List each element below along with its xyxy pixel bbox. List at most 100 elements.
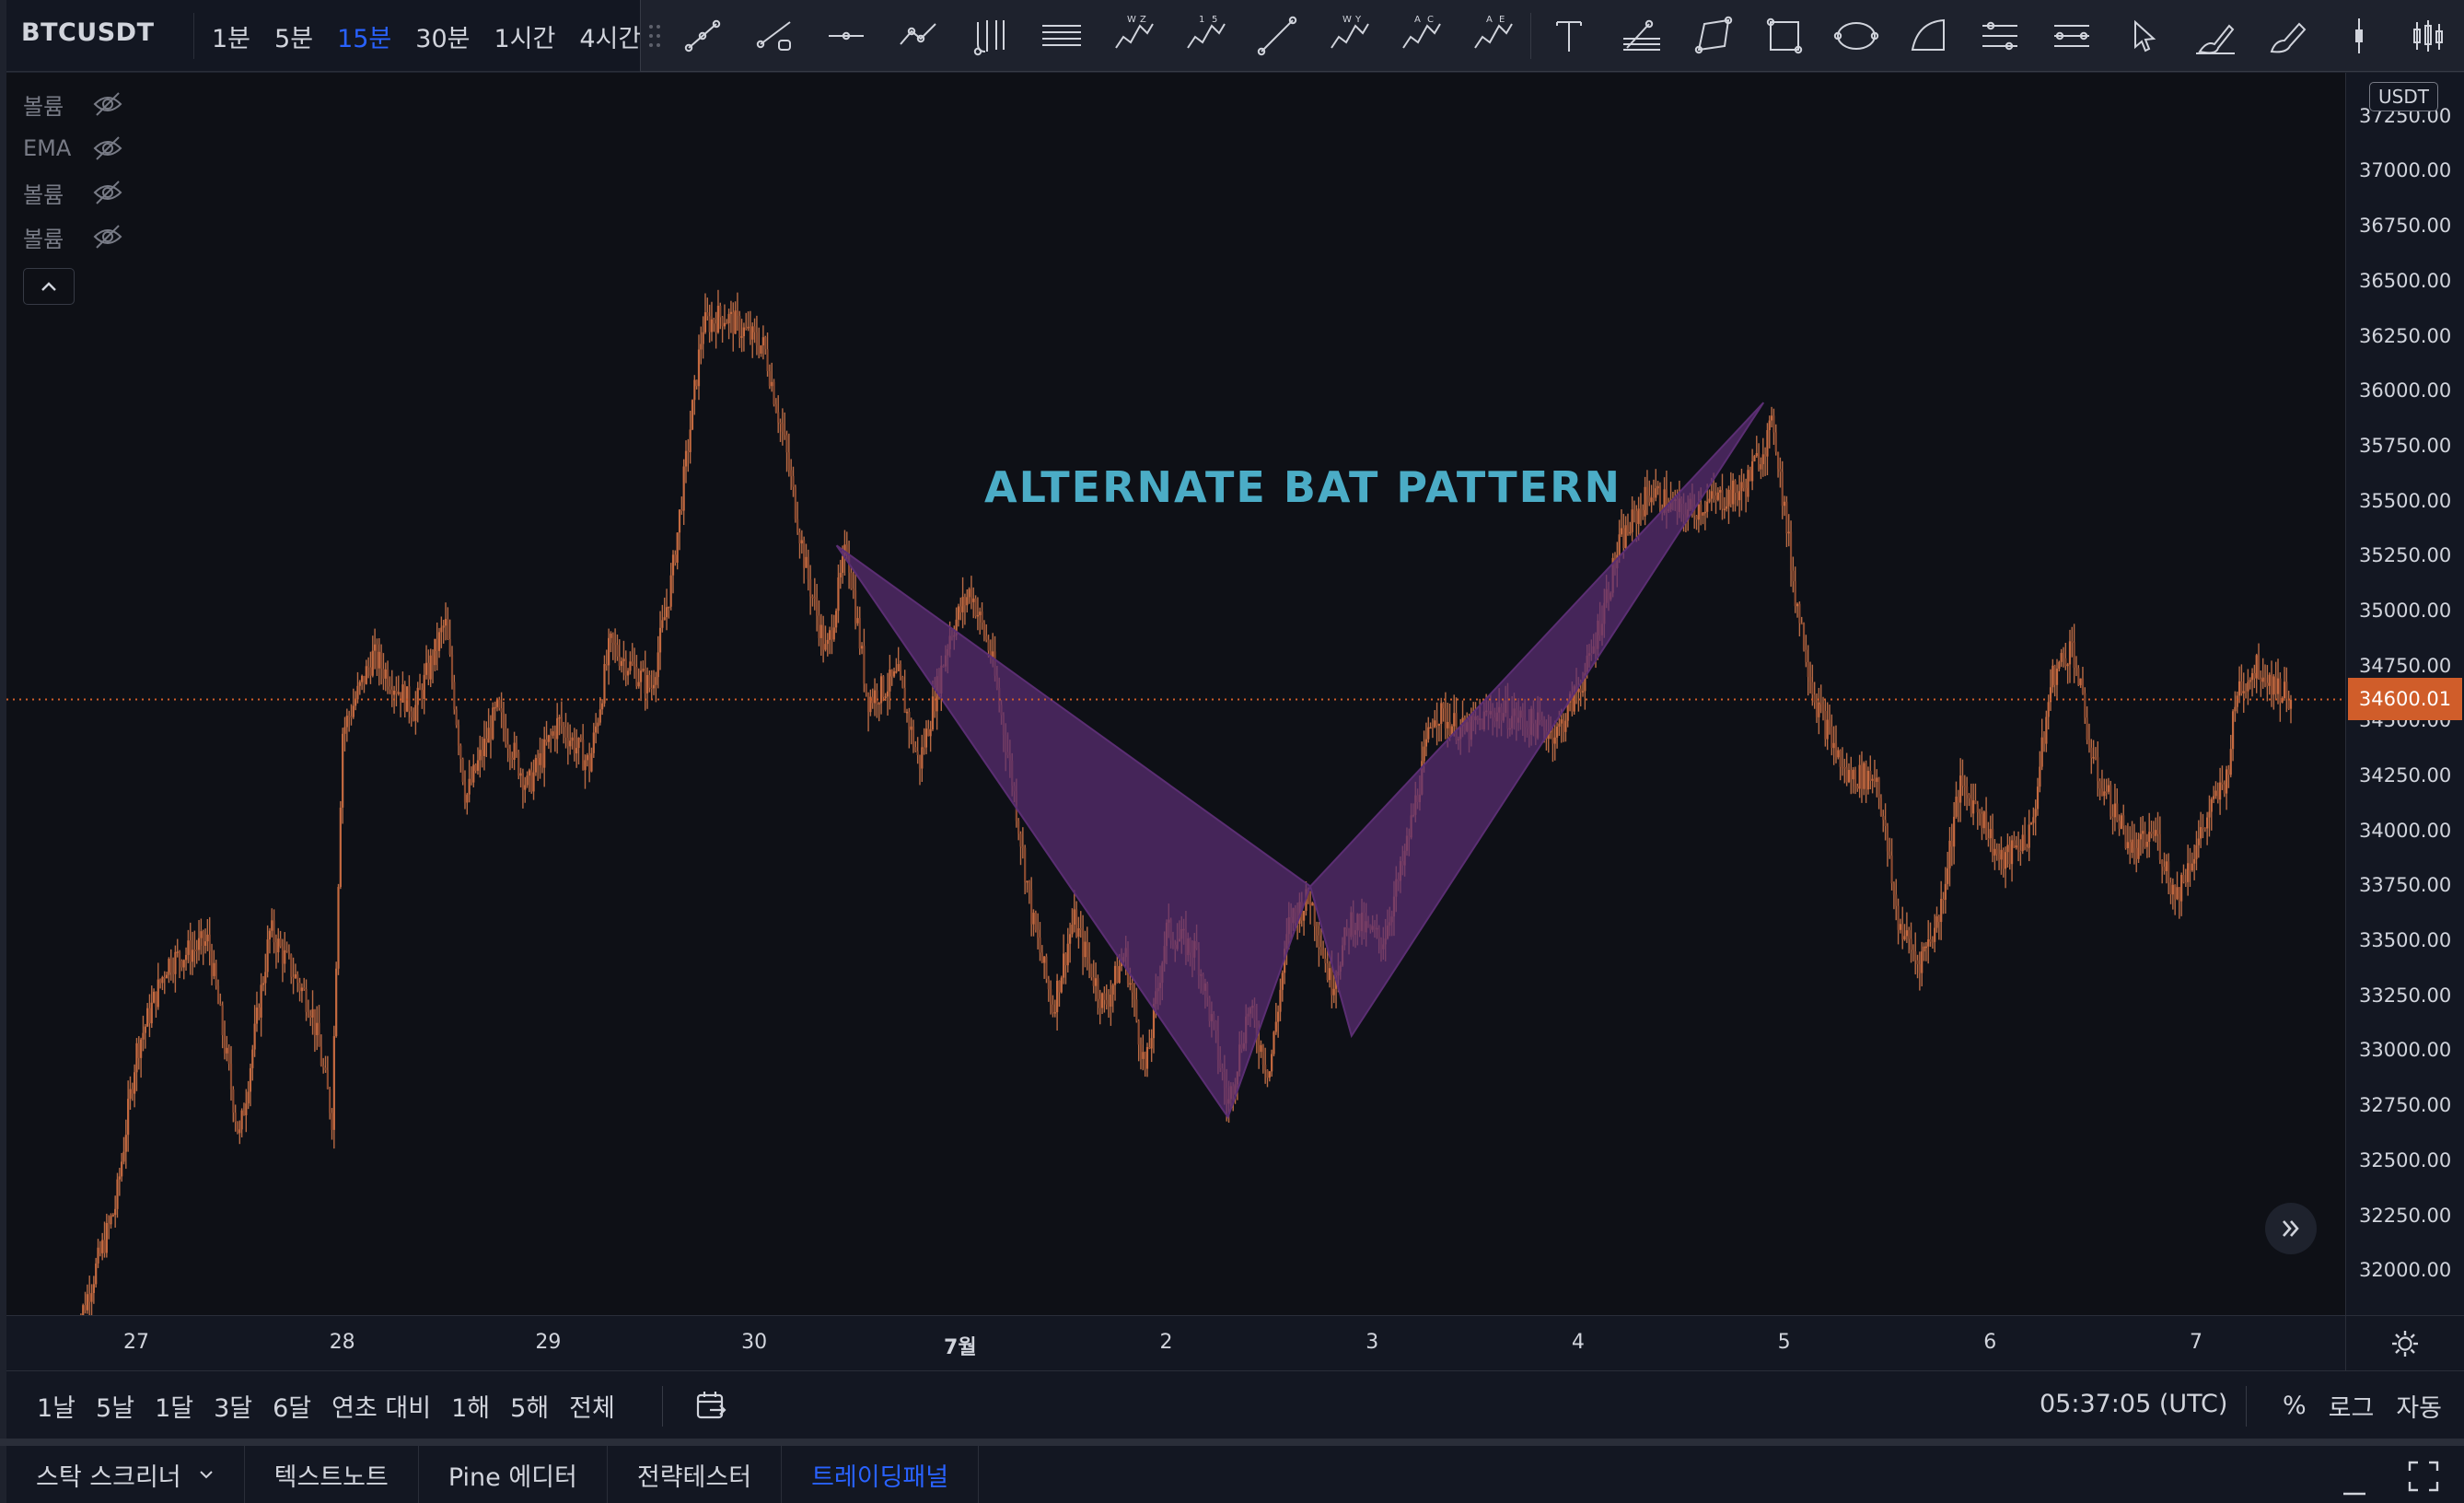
eye-off-icon[interactable] [91, 176, 124, 209]
diagonal-line-icon [1257, 16, 1297, 55]
trend-line-tool[interactable] [667, 4, 738, 68]
legend-item[interactable]: 볼륨 [23, 215, 124, 259]
candle [588, 742, 591, 783]
arc-tool[interactable] [1892, 4, 1964, 68]
interval-4[interactable]: 1시간 [482, 18, 567, 54]
candle [1929, 922, 1932, 948]
measure-tool[interactable] [2323, 4, 2395, 68]
utc-clock[interactable]: 05:37:05 (UTC) [2040, 1390, 2227, 1418]
chart-settings-button[interactable] [2345, 1315, 2464, 1370]
text-tool[interactable] [1533, 4, 1605, 68]
interval-3[interactable]: 30분 [403, 18, 482, 54]
panel-tab[interactable]: 스탁 스크리너 [6, 1446, 245, 1503]
candle [2158, 816, 2161, 865]
range-button[interactable]: 전체 [559, 1388, 625, 1424]
pitchfork-tool[interactable] [954, 4, 1026, 68]
rectangle-tool[interactable] [1749, 4, 1820, 68]
minimize-panel-button[interactable] [2336, 1461, 2373, 1497]
candle [530, 762, 533, 794]
candle [1077, 916, 1080, 949]
candle [569, 724, 572, 755]
range-button[interactable]: 5날 [86, 1388, 145, 1424]
diagonal-line-tool[interactable] [1241, 4, 1313, 68]
date-range-tool[interactable] [2036, 4, 2108, 68]
legend-item[interactable]: 볼륨 [23, 82, 124, 126]
range-button[interactable]: 1날 [27, 1388, 86, 1424]
candle [1315, 921, 1319, 948]
currency-badge[interactable]: USDT [2369, 82, 2438, 111]
candle [618, 639, 621, 670]
wave-wz-tool[interactable]: WZ [1098, 4, 1169, 68]
cursor-tool[interactable] [2108, 4, 2179, 68]
goto-date-button[interactable] [690, 1384, 732, 1427]
candle [2247, 669, 2249, 705]
chart-pane[interactable]: 볼륨 EMA 볼륨 볼륨 ALTERNATE BAT PATTERN [6, 73, 2345, 1315]
ellipse-tool[interactable] [1820, 4, 1892, 68]
price-axis[interactable]: 37250.00 37000.00 36750.00 36500.00 36250.00… [2345, 73, 2464, 1315]
polygon-tool[interactable] [1677, 4, 1749, 68]
panel-tab[interactable]: 텍스트노트 [245, 1446, 419, 1503]
candle [721, 316, 724, 344]
eye-off-icon[interactable] [91, 87, 124, 121]
candle [1695, 515, 1698, 530]
candle [1107, 989, 1110, 1019]
candle [253, 1005, 256, 1057]
candle [663, 597, 666, 621]
range-button[interactable]: 6달 [262, 1388, 321, 1424]
scale-option[interactable]: % [2272, 1392, 2318, 1420]
path-tool[interactable] [882, 4, 954, 68]
range-button[interactable]: 3달 [203, 1388, 262, 1424]
price-range-tool[interactable] [1964, 4, 2036, 68]
eye-off-icon[interactable] [91, 220, 124, 253]
fib-channel-tool[interactable] [1605, 4, 1677, 68]
candle [2148, 812, 2151, 858]
candle [502, 701, 506, 742]
range-button[interactable]: 연초 대비 [321, 1388, 441, 1424]
interval-1[interactable]: 5분 [262, 18, 325, 54]
interval-0[interactable]: 1분 [200, 18, 262, 54]
pattern-triangle-xab[interactable] [835, 544, 1312, 1120]
candle [779, 418, 782, 442]
brush-tool[interactable] [2179, 4, 2251, 68]
horizontal-line-tool[interactable] [810, 4, 882, 68]
range-button[interactable]: 1달 [145, 1388, 203, 1424]
candle [863, 628, 866, 693]
scale-option[interactable]: 로그 [2318, 1388, 2386, 1424]
scroll-to-realtime-button[interactable] [2265, 1203, 2317, 1254]
chart-canvas[interactable] [6, 73, 2345, 1315]
wave-wy-tool[interactable]: WY [1313, 4, 1385, 68]
wave-ac-tool[interactable]: AC [1385, 4, 1457, 68]
legend-item[interactable]: EMA [23, 126, 124, 170]
candle [526, 771, 529, 788]
ray-tool[interactable] [738, 4, 810, 68]
symbol-search-button[interactable]: BTCUSDT [21, 18, 155, 47]
panel-tab[interactable]: Pine 에디터 [419, 1446, 608, 1503]
range-button[interactable]: 5해 [500, 1388, 559, 1424]
candle [343, 717, 346, 752]
panel-tab[interactable]: 전략테스터 [608, 1446, 783, 1503]
time-axis[interactable]: 27 28 29 30 7월 2 3 4 5 6 7 [6, 1315, 2345, 1370]
interval-2[interactable]: 15분 [325, 18, 403, 54]
bar-replay-tool[interactable] [2395, 4, 2464, 68]
eye-off-icon[interactable] [91, 132, 124, 165]
candle [742, 322, 746, 352]
wave-15-tool[interactable]: 15 [1169, 4, 1241, 68]
candle [794, 484, 796, 523]
panel-divider[interactable] [0, 1439, 2464, 1446]
candle [616, 634, 619, 661]
range-button[interactable]: 1해 [441, 1388, 500, 1424]
maximize-panel-button[interactable] [2404, 1457, 2443, 1496]
tradingview-app: BTCUSDT 1분5분15분30분1시간4시간6 WZ15WYACAE 볼륨E… [0, 0, 2464, 1503]
legend-item[interactable]: 볼륨 [23, 170, 124, 215]
parallel-channel-tool[interactable] [1026, 4, 1098, 68]
candle [116, 1172, 119, 1218]
collapse-legend-button[interactable] [23, 268, 75, 305]
candle [481, 737, 483, 768]
candle [2139, 817, 2142, 856]
highlighter-tool[interactable] [2251, 4, 2323, 68]
chevron-down-icon[interactable] [198, 1466, 215, 1483]
scale-option[interactable]: 자동 [2385, 1388, 2453, 1424]
wave-ae-tool[interactable]: AE [1457, 4, 1528, 68]
drag-handle-icon[interactable] [648, 17, 661, 54]
panel-tab[interactable]: 트레이딩패널 [782, 1446, 980, 1503]
